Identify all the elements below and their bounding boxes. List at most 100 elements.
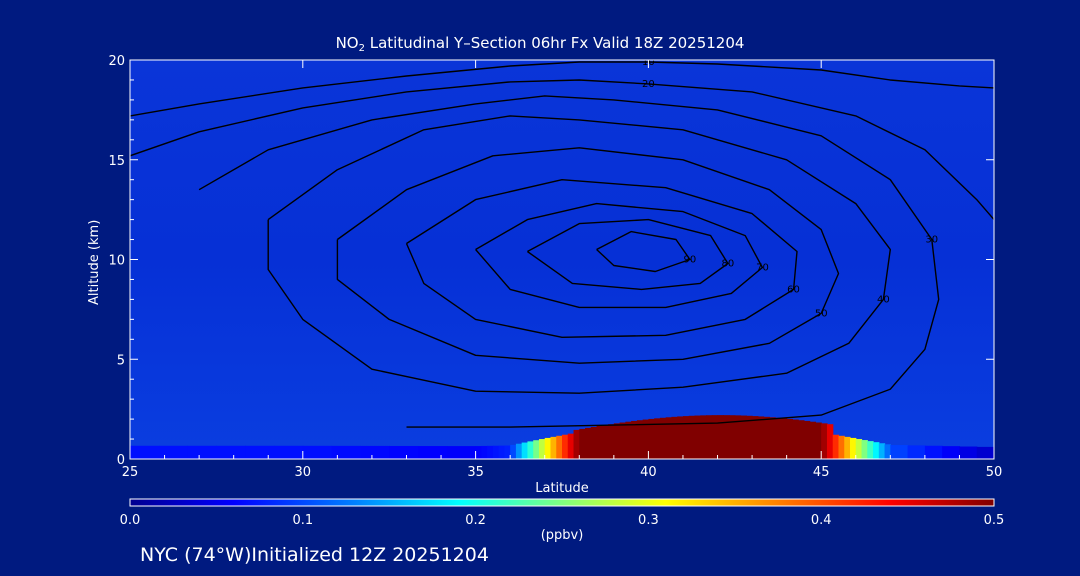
- no2-field-cell: [907, 445, 926, 459]
- no2-field-cell: [740, 415, 747, 459]
- contour-label-20: 20: [642, 79, 655, 90]
- x-tick-label: 35: [467, 465, 484, 480]
- y-tick-label: 5: [117, 353, 125, 368]
- no2-field-cell: [389, 445, 419, 459]
- no2-field-cell: [521, 442, 529, 459]
- no2-field-cell: [780, 418, 788, 459]
- no2-field-cell: [562, 434, 569, 459]
- no2-field-cell: [757, 416, 765, 459]
- no2-field-cell: [959, 446, 978, 459]
- no2-field-cell: [302, 445, 333, 459]
- chart-title: NO2 Latitudinal Y–Section 06hr Fx Valid …: [335, 34, 745, 54]
- contour-label-70: 70: [756, 262, 769, 273]
- colorbar-unit-label: (ppbv): [540, 528, 584, 543]
- no2-field-cell: [861, 440, 868, 459]
- no2-field-cell: [636, 420, 644, 459]
- no2-field-cell: [867, 441, 874, 459]
- no2-field-cell: [187, 445, 217, 459]
- y-tick-label: 0: [117, 453, 125, 468]
- x-axis-label: Latitude: [535, 481, 589, 496]
- no2-field-cell: [515, 443, 523, 459]
- no2-field-cell: [763, 416, 770, 459]
- colorbar-ticks: 0.0 0.1 0.2 0.3 0.4 0.5: [120, 513, 1005, 528]
- x-tick-label: 50: [986, 465, 1003, 480]
- x-tick-label: 30: [295, 465, 312, 480]
- footer-location-init: NYC (74°W)Initialized 12Z 20251204: [140, 544, 489, 566]
- no2-field-cell: [832, 434, 840, 459]
- no2-field-cell: [752, 416, 759, 459]
- contour-label-90: 90: [684, 255, 697, 266]
- x-tick-label: 45: [813, 465, 830, 480]
- no2-field-cell: [746, 415, 753, 459]
- no2-field-cell: [475, 446, 482, 459]
- no2-field-cell: [803, 420, 811, 459]
- no2-field-cell: [510, 444, 517, 459]
- no2-field-cell: [579, 428, 586, 459]
- no2-field-cell: [717, 415, 724, 459]
- no2-field-cell: [682, 416, 690, 459]
- no2-field-cell: [855, 438, 863, 459]
- y-tick-label: 15: [108, 154, 125, 169]
- no2-field-cell: [631, 420, 638, 459]
- colorbar-tick-label: 0.5: [984, 513, 1005, 528]
- no2-field-cell: [245, 445, 275, 459]
- no2-field-cell: [711, 415, 719, 459]
- contour-label-80: 80: [722, 258, 735, 269]
- no2-field-cell: [331, 445, 361, 459]
- contour-label-40: 40: [877, 294, 890, 305]
- no2-field-cell: [873, 442, 880, 459]
- no2-field-cell: [216, 445, 246, 459]
- no2-field-cell: [527, 441, 534, 459]
- no2-field-cell: [533, 440, 540, 459]
- contour-label-60: 60: [787, 284, 800, 295]
- no2-field-cell: [550, 436, 557, 459]
- no2-field-cell: [878, 443, 886, 459]
- no2-field-cell: [838, 435, 845, 459]
- no2-field-cell: [487, 445, 494, 459]
- no2-field-cell: [360, 445, 390, 459]
- no2-field-cell: [688, 415, 696, 459]
- no2-field-cell: [567, 433, 575, 459]
- colorbar-tick-label: 0.2: [465, 513, 486, 528]
- y-tick-label: 20: [108, 54, 125, 69]
- no2-field-cell: [844, 436, 851, 459]
- no2-field-cell: [608, 424, 615, 459]
- contour-label-30: 30: [925, 235, 938, 246]
- no2-field-cell: [596, 426, 603, 459]
- no2-field-cell: [924, 445, 943, 459]
- no2-field-cell: [544, 437, 552, 459]
- no2-field-cell: [694, 415, 701, 459]
- colorbar-tick-label: 0.1: [292, 513, 313, 528]
- y-tick-label: 10: [108, 254, 125, 269]
- no2-field-cell: [792, 419, 799, 459]
- no2-field-cell: [590, 426, 598, 459]
- no2-field-cell: [274, 445, 304, 459]
- x-tick-label: 40: [640, 465, 657, 480]
- no2-field-cell: [619, 422, 626, 459]
- no2-field-cell: [769, 417, 776, 459]
- no2-field-cell: [775, 417, 782, 459]
- no2-field-cell: [942, 446, 961, 459]
- no2-field-cell: [890, 445, 909, 459]
- no2-field-cell: [158, 445, 189, 459]
- no2-field-cell: [418, 446, 448, 459]
- contour-label-50: 50: [815, 308, 828, 319]
- no2-field-cell: [826, 424, 834, 459]
- no2-field-cell: [556, 435, 563, 459]
- no2-field-cell: [976, 446, 994, 459]
- no2-field-cell: [613, 423, 621, 459]
- no2-field-cell: [706, 415, 713, 459]
- no2-field-cell: [602, 425, 609, 459]
- no2-field-cell: [130, 445, 160, 459]
- no2-field-cell: [798, 420, 805, 459]
- no2-field-cell: [498, 445, 505, 459]
- no2-field-cell: [809, 421, 817, 459]
- colorbar-tick-label: 0.3: [638, 513, 659, 528]
- no2-field-cell: [700, 415, 707, 459]
- y-axis-label: Altitude (km): [87, 219, 102, 305]
- colorbar-tick-label: 0.4: [811, 513, 832, 528]
- no2-field-cell: [821, 423, 828, 459]
- no2-field-cell: [585, 427, 592, 459]
- colorbar: [129, 498, 995, 507]
- no2-field-cell: [625, 421, 632, 459]
